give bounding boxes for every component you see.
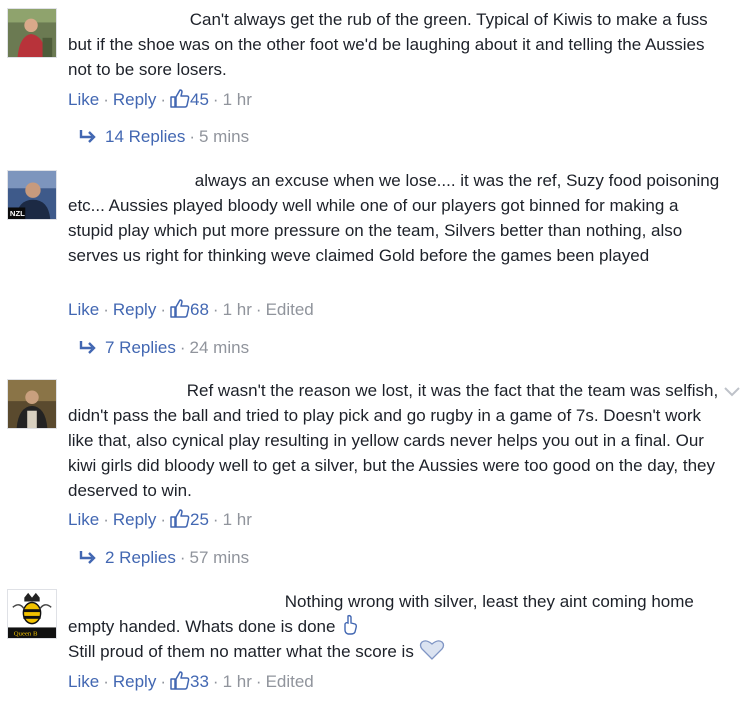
reply-arrow-icon — [79, 551, 96, 564]
comment-text: Ref wasn't the reason we lost, it was th… — [68, 381, 719, 500]
timestamp[interactable]: 1 hr — [223, 90, 252, 109]
reply-link[interactable]: Reply — [113, 90, 156, 109]
comment-text: Nothing wrong with silver, least they ai… — [68, 592, 694, 661]
like-link[interactable]: Like — [68, 300, 99, 319]
avatar[interactable]: Queen B — [7, 589, 57, 639]
like-link[interactable]: Like — [68, 672, 99, 691]
edited-label[interactable]: Edited — [266, 300, 314, 319]
avatar-image — [8, 380, 56, 428]
avatar[interactable] — [7, 379, 57, 429]
commenter-name[interactable] — [68, 171, 188, 189]
comment-actions: Like · Reply · 33 · 1 hr · Edited — [68, 671, 314, 691]
svg-text:NZL: NZL — [10, 209, 25, 218]
comment-text: Can't always get the rub of the green. T… — [68, 10, 708, 79]
svg-text:Queen B: Queen B — [14, 631, 38, 638]
comment-actions: Like · Reply · 68 · 1 hr · Edited — [68, 299, 314, 319]
replies-time: 24 mins — [189, 338, 250, 357]
reply-link[interactable]: Reply — [113, 510, 156, 529]
view-replies-link[interactable]: 7 Replies — [105, 338, 176, 357]
thumbs-up-icon[interactable] — [170, 509, 190, 528]
chevron-down-icon[interactable] — [722, 385, 742, 399]
edited-label[interactable]: Edited — [266, 672, 314, 691]
pointing-finger-emoji — [344, 614, 358, 635]
like-count[interactable]: 68 — [190, 300, 209, 319]
timestamp[interactable]: 1 hr — [223, 300, 252, 319]
timestamp[interactable]: 1 hr — [223, 672, 252, 691]
replies-time: 5 mins — [199, 127, 250, 146]
commenter-name[interactable] — [68, 381, 180, 399]
avatar[interactable] — [7, 8, 57, 58]
replies-time: 57 mins — [189, 548, 250, 567]
commenter-name[interactable] — [68, 592, 278, 610]
comment-actions: Like · Reply · 25 · 1 hr — [68, 509, 252, 529]
commenter-name[interactable] — [68, 10, 183, 28]
reply-link[interactable]: Reply — [113, 672, 156, 691]
view-replies-link[interactable]: 14 Replies — [105, 127, 185, 146]
reply-link[interactable]: Reply — [113, 300, 156, 319]
replies-row[interactable]: 7 Replies · 24 mins — [79, 337, 249, 359]
reply-arrow-icon — [79, 341, 96, 354]
avatar-image: Queen B — [8, 590, 56, 638]
reply-arrow-icon — [79, 130, 96, 143]
replies-row[interactable]: 14 Replies · 5 mins — [79, 126, 249, 148]
like-count[interactable]: 45 — [190, 90, 209, 109]
comment-actions: Like · Reply · 45 · 1 hr — [68, 89, 252, 109]
heart-emoji — [419, 640, 444, 660]
replies-row[interactable]: 2 Replies · 57 mins — [79, 547, 249, 569]
like-link[interactable]: Like — [68, 510, 99, 529]
avatar[interactable]: NZL — [7, 170, 57, 220]
thumbs-up-icon[interactable] — [170, 89, 190, 108]
avatar-image: NZL — [8, 171, 56, 219]
comment-text: always an excuse when we lose.... it was… — [68, 171, 720, 265]
avatar-image — [8, 9, 56, 57]
timestamp[interactable]: 1 hr — [223, 510, 252, 529]
thumbs-up-icon[interactable] — [170, 299, 190, 318]
like-count[interactable]: 33 — [190, 672, 209, 691]
like-link[interactable]: Like — [68, 90, 99, 109]
view-replies-link[interactable]: 2 Replies — [105, 548, 176, 567]
thumbs-up-icon[interactable] — [170, 671, 190, 690]
like-count[interactable]: 25 — [190, 510, 209, 529]
